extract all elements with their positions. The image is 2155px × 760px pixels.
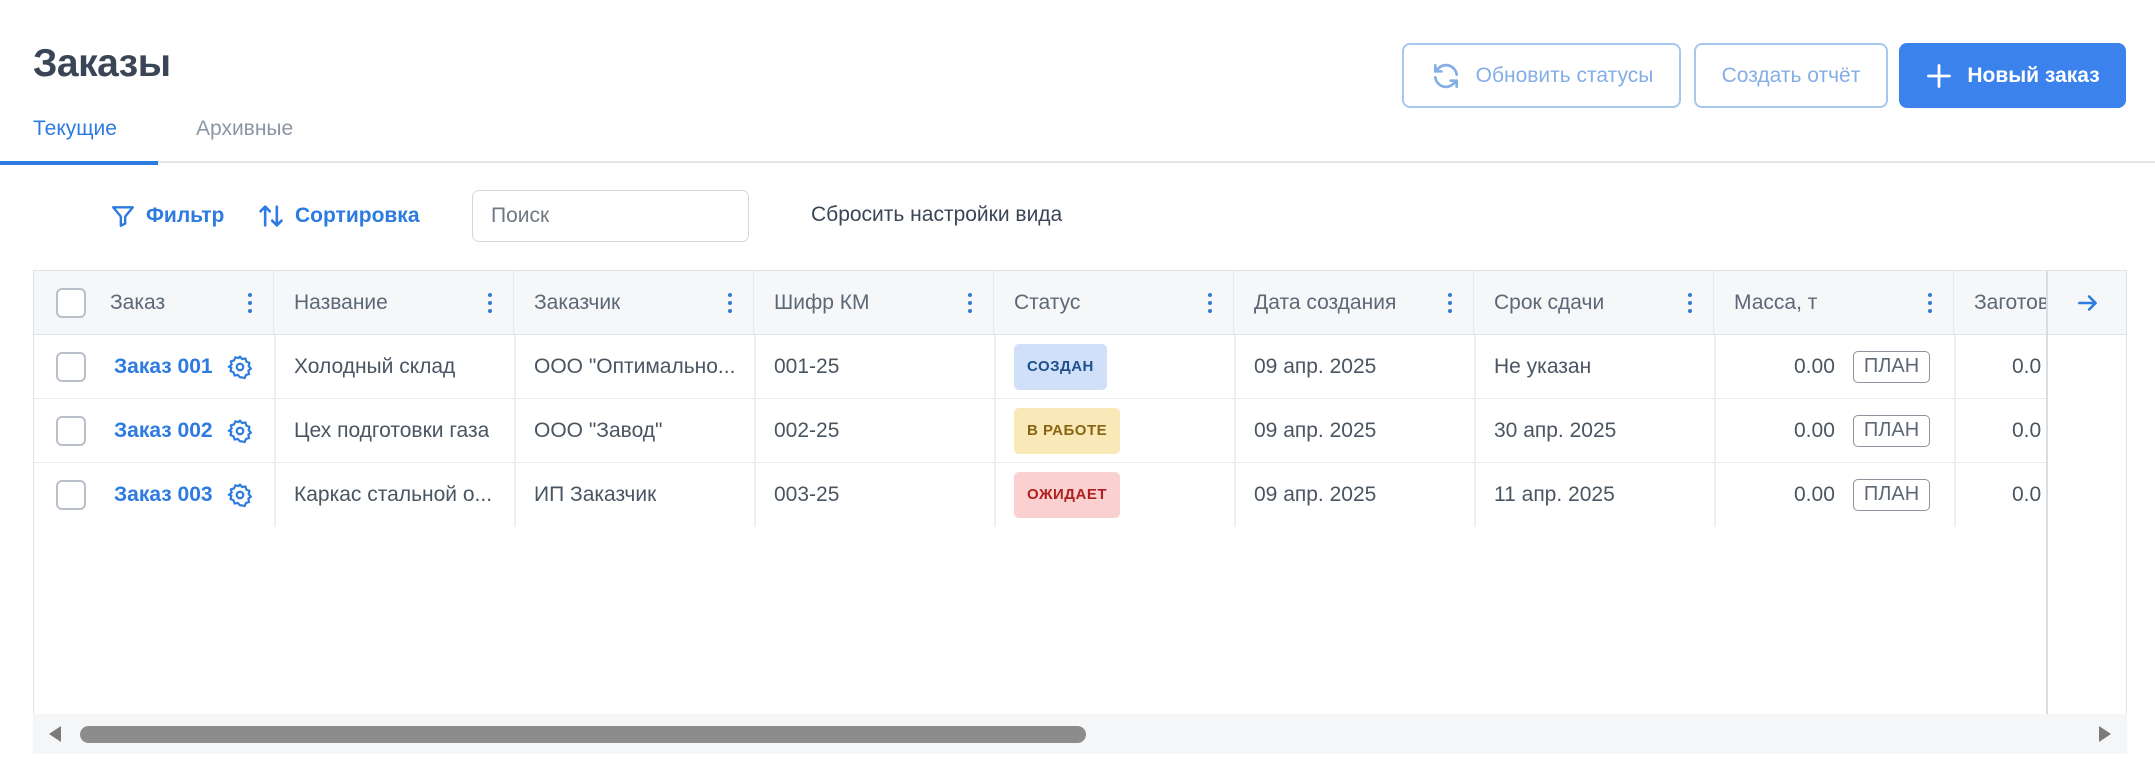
- column-header-name[interactable]: Название: [274, 271, 514, 335]
- prep-value: 0.0: [2012, 483, 2042, 506]
- search-input[interactable]: [472, 190, 749, 242]
- create-report-button[interactable]: Создать отчёт: [1694, 43, 1888, 108]
- gear-icon[interactable]: [226, 482, 253, 508]
- table-row[interactable]: Заказ 001 Холодный склад ООО "Оптимально…: [34, 335, 2048, 399]
- status-badge: ОЖИДАЕТ: [1014, 472, 1120, 518]
- mass-value: 0.00: [1794, 419, 1835, 442]
- scrollbar-thumb[interactable]: [80, 726, 1086, 743]
- plan-badge: ПЛАН: [1852, 415, 1931, 447]
- plus-icon: [1927, 63, 1952, 88]
- order-link[interactable]: Заказ 001: [114, 355, 213, 379]
- column-divider: [1474, 335, 1476, 527]
- order-name: Холодный склад: [294, 355, 456, 378]
- column-menu-icon[interactable]: [1447, 293, 1453, 313]
- reset-view-settings-link[interactable]: Сбросить настройки вида: [811, 203, 1062, 227]
- order-link[interactable]: Заказ 002: [114, 419, 213, 443]
- plan-badge: ПЛАН: [1852, 351, 1931, 383]
- plan-badge: ПЛАН: [1852, 479, 1931, 511]
- refresh-statuses-button[interactable]: Обновить статусы: [1402, 43, 1681, 108]
- column-menu-icon[interactable]: [1687, 293, 1693, 313]
- refresh-icon: [1433, 63, 1458, 88]
- pinned-right-column: [2046, 271, 2126, 714]
- km-code: 003-25: [774, 483, 840, 506]
- sort-label: Сортировка: [295, 204, 420, 227]
- column-header-customer[interactable]: Заказчик: [514, 271, 754, 335]
- column-divider: [274, 335, 276, 527]
- page-title: Заказы: [33, 42, 171, 85]
- column-divider: [514, 335, 516, 527]
- status-badge: В РАБОТЕ: [1014, 408, 1121, 454]
- row-checkbox[interactable]: [56, 416, 86, 446]
- customer: ИП Заказчик: [534, 483, 657, 506]
- new-order-button[interactable]: Новый заказ: [1899, 43, 2126, 108]
- column-header-order[interactable]: Заказ: [34, 271, 274, 335]
- created-date: 09 апр. 2025: [1254, 483, 1377, 506]
- column-divider: [754, 335, 756, 527]
- filter-label: Фильтр: [146, 204, 225, 227]
- column-menu-icon[interactable]: [1207, 293, 1213, 313]
- column-menu-icon[interactable]: [967, 293, 973, 313]
- scroll-left-arrow-icon[interactable]: [49, 726, 61, 742]
- due-date: 30 апр. 2025: [1494, 419, 1617, 442]
- due-date: 11 апр. 2025: [1494, 483, 1615, 506]
- refresh-statuses-label: Обновить статусы: [1475, 63, 1654, 87]
- column-menu-icon[interactable]: [487, 293, 493, 313]
- created-date: 09 апр. 2025: [1254, 355, 1377, 378]
- column-menu-icon[interactable]: [1927, 293, 1933, 313]
- column-divider: [1714, 335, 1716, 527]
- gear-icon[interactable]: [226, 354, 253, 380]
- column-menu-icon[interactable]: [247, 293, 253, 313]
- customer: ООО "Оптимально...: [534, 355, 736, 378]
- column-menu-icon[interactable]: [727, 293, 733, 313]
- select-all-checkbox[interactable]: [56, 288, 86, 318]
- status-badge: СОЗДАН: [1014, 344, 1107, 390]
- mass-value: 0.00: [1794, 355, 1835, 378]
- due-date: Не указан: [1494, 355, 1592, 378]
- orders-table: Заказ Название Заказчик Шифр КМ Статус Д…: [33, 270, 2127, 715]
- horizontal-scrollbar[interactable]: [33, 714, 2127, 754]
- new-order-label: Новый заказ: [1967, 63, 2100, 87]
- column-divider: [1234, 335, 1236, 527]
- prep-value: 0.0: [2012, 419, 2042, 442]
- tab-archive[interactable]: Архивные: [196, 117, 293, 163]
- column-header-due[interactable]: Срок сдачи: [1474, 271, 1714, 335]
- gear-icon[interactable]: [226, 418, 253, 444]
- row-checkbox[interactable]: [56, 480, 86, 510]
- order-name: Каркас стальной о...: [294, 483, 493, 506]
- km-code: 001-25: [774, 355, 840, 378]
- km-code: 002-25: [774, 419, 840, 442]
- column-divider: [994, 335, 996, 527]
- scroll-columns-button[interactable]: [2048, 271, 2126, 335]
- table-row[interactable]: Заказ 002 Цех подготовки газа ООО "Завод…: [34, 399, 2048, 463]
- arrow-right-icon: [2078, 294, 2097, 311]
- column-header-mass[interactable]: Масса, т: [1714, 271, 1954, 335]
- order-link[interactable]: Заказ 003: [114, 483, 213, 507]
- create-report-label: Создать отчёт: [1721, 63, 1861, 87]
- mass-value: 0.00: [1794, 483, 1835, 506]
- sort-button[interactable]: Сортировка: [257, 200, 420, 232]
- tabs: Текущие Архивные: [0, 107, 2155, 165]
- created-date: 09 апр. 2025: [1254, 419, 1377, 442]
- column-header-status[interactable]: Статус: [994, 271, 1234, 335]
- scroll-right-arrow-icon[interactable]: [2099, 726, 2111, 742]
- table-header: Заказ Название Заказчик Шифр КМ Статус Д…: [34, 271, 2126, 335]
- table-row[interactable]: Заказ 003 Каркас стальной о... ИП Заказч…: [34, 463, 2048, 527]
- tab-current[interactable]: Текущие: [0, 117, 158, 165]
- prep-value: 0.0: [2012, 355, 2042, 378]
- filter-button[interactable]: Фильтр: [110, 200, 224, 232]
- column-divider: [1954, 335, 1956, 527]
- customer: ООО "Завод": [534, 419, 663, 442]
- sort-icon: [259, 205, 283, 227]
- column-header-code[interactable]: Шифр КМ: [754, 271, 994, 335]
- row-checkbox[interactable]: [56, 352, 86, 382]
- order-name: Цех подготовки газа: [294, 419, 490, 442]
- filter-icon: [112, 206, 134, 227]
- column-header-created[interactable]: Дата создания: [1234, 271, 1474, 335]
